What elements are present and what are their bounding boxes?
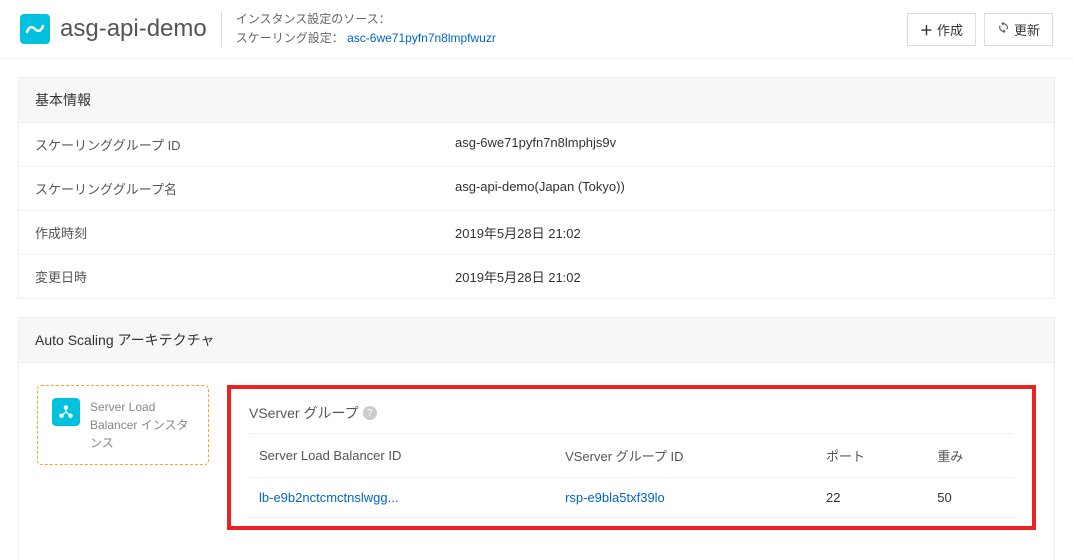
meta-source-label: インスタンス設定のソース： <box>236 12 391 26</box>
meta-scaling-label: スケーリング設定： <box>236 31 344 45</box>
cell-port: 22 <box>816 478 927 518</box>
kv-value: asg-api-demo(Japan (Tokyo)) <box>439 167 1054 210</box>
kv-label: スケーリンググループ ID <box>19 123 439 166</box>
vserver-id-link[interactable]: rsp-e9bla5txf39lo <box>565 490 665 505</box>
kv-value: asg-6we71pyfn7n8lmphjs9v <box>439 123 1054 166</box>
kv-row: スケーリンググループ名 asg-api-demo(Japan (Tokyo)) <box>19 167 1054 211</box>
kv-row: 作成時刻 2019年5月28日 21:02 <box>19 211 1054 255</box>
col-weight: 重み <box>927 434 1014 478</box>
kv-label: 変更日時 <box>19 255 439 298</box>
architecture-section: Auto Scaling アーキテクチャ Server Load Balance… <box>18 317 1055 560</box>
kv-label: 作成時刻 <box>19 211 439 254</box>
kv-value: 2019年5月28日 21:02 <box>439 211 1054 254</box>
refresh-button-label: 更新 <box>1014 20 1040 39</box>
vserver-group-panel: VServer グループ ? Server Load Balancer ID V… <box>227 385 1036 530</box>
load-balancer-icon <box>52 398 80 426</box>
refresh-button[interactable]: 更新 <box>984 13 1053 46</box>
create-button[interactable]: ＋ 作成 <box>907 13 976 46</box>
refresh-icon <box>997 21 1010 37</box>
slb-instance-card[interactable]: Server Load Balancer インスタンス <box>37 385 209 465</box>
app-icon <box>20 14 50 44</box>
col-vserver-id: VServer グループ ID <box>555 434 816 478</box>
basic-info-section: 基本情報 スケーリンググループ ID asg-6we71pyfn7n8lmphj… <box>18 77 1055 299</box>
page-title: asg-api-demo <box>60 15 207 43</box>
help-icon[interactable]: ? <box>363 406 377 420</box>
col-port: ポート <box>816 434 927 478</box>
kv-label: スケーリンググループ名 <box>19 167 439 210</box>
page-header: asg-api-demo インスタンス設定のソース： スケーリング設定： asc… <box>0 0 1073 59</box>
kv-value: 2019年5月28日 21:02 <box>439 255 1054 298</box>
table-row: lb-e9b2nctcmctnslwgg... rsp-e9bla5txf39l… <box>249 478 1014 518</box>
divider <box>221 11 222 47</box>
vserver-table: Server Load Balancer ID VServer グループ ID … <box>249 433 1014 518</box>
kv-row: 変更日時 2019年5月28日 21:02 <box>19 255 1054 298</box>
architecture-title: Auto Scaling アーキテクチャ <box>19 318 1054 363</box>
kv-row: スケーリンググループ ID asg-6we71pyfn7n8lmphjs9v <box>19 123 1054 167</box>
slb-card-label: Server Load Balancer インスタンス <box>90 398 194 452</box>
col-slb-id: Server Load Balancer ID <box>249 434 555 478</box>
scaling-config-link[interactable]: asc-6we71pyfn7n8lmpfwuzr <box>347 31 496 45</box>
plus-icon: ＋ <box>920 20 933 39</box>
create-button-label: 作成 <box>937 20 963 39</box>
vserver-title-text: VServer グループ <box>249 403 359 423</box>
header-meta: インスタンス設定のソース： スケーリング設定： asc-6we71pyfn7n8… <box>236 10 496 48</box>
basic-info-title: 基本情報 <box>19 78 1054 123</box>
cell-weight: 50 <box>927 478 1014 518</box>
slb-id-link[interactable]: lb-e9b2nctcmctnslwgg... <box>259 490 398 505</box>
